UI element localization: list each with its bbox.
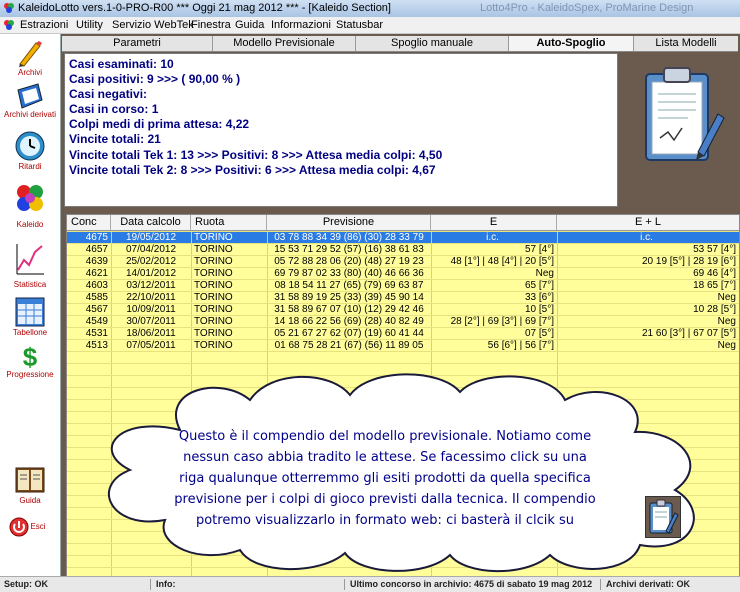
status-last-concorso: Ultimo concorso in archivio: 4675 di sab… [350,579,593,589]
menu-bar: Estrazioni Utility Servizio WebTek Fines… [0,17,740,34]
grid-line [67,339,739,340]
grid-line [67,231,739,232]
sidebar-label-guida: Guida [19,496,41,505]
balloon-line: riga qualunque otterremmo gli esiti prod… [179,471,591,486]
grid-line [67,327,739,328]
sidebar-label-progressione: Progressione [6,370,54,379]
balloon-line: previsione per i colpi di gioco previsti… [174,492,596,507]
summary-casi-negativi: Casi negativi: [69,87,148,101]
clock-icon [15,131,45,161]
menu-statusbar[interactable]: Statusbar [336,17,383,33]
window-title-bar: KaleidoLotto vers.1-0-PRO-R00 *** Oggi 2… [0,0,740,17]
dollar-icon: $ [23,344,38,370]
summary-vincite-tek1: Vincite totali Tek 1: 13 >>> Positivi: 8… [69,148,443,162]
summary-casi-esaminati: Casi esaminati: 10 [69,57,174,71]
clipboard-report-icon[interactable] [638,62,728,172]
sidebar-label-kaleido: Kaleido [16,220,44,229]
status-info: Info: [156,579,176,589]
window-ghost-text: Lotto4Pro - KaleidoSpex, ProMarine Desig… [480,2,694,14]
chart-icon [16,244,44,275]
tab-auto-spoglio[interactable]: Auto-Spoglio [509,36,634,51]
status-separator [344,579,345,590]
grid-line [67,351,739,352]
mini-clipboard-icon [645,496,681,538]
col-data-calcolo[interactable]: Data calcolo [111,215,191,230]
tab-modello-previsionale[interactable]: Modello Previsionale [213,36,356,51]
calendar-icon [15,297,45,327]
balloon-line: nessun caso abbia tradito le attese. Se … [183,450,587,465]
sidebar-label-archivi-derivati: Archivi derivati [3,110,56,119]
tab-lista-modelli[interactable]: Lista Modelli [634,36,738,51]
grid-line [67,363,739,364]
sidebar-label-archivi: Archivi [17,68,42,77]
menu-guida[interactable]: Guida [235,17,264,33]
grid-header: Conc Data calcolo Ruota Previsione E E +… [67,215,739,231]
summary-colpi-medi: Colpi medi di prima attesa: 4,22 [69,117,250,131]
book-icon [17,83,43,109]
menu-app-icon[interactable] [3,19,15,31]
status-separator [150,579,151,590]
sidebar: Archivi Archivi derivati Ritardi Kaleido [0,34,61,576]
status-archivi-derivati: Archivi derivati: OK [606,579,691,589]
grid-line [67,243,739,244]
guide-book-icon [15,467,45,493]
menu-informazioni[interactable]: Informazioni [271,17,331,33]
tab-spoglio-manuale[interactable]: Spoglio manuale [356,36,509,51]
sidebar-label-ritardi: Ritardi [18,162,42,171]
status-separator [600,579,601,590]
grid-line [67,303,739,304]
menu-utility[interactable]: Utility [76,17,103,33]
col-e[interactable]: E [431,215,557,230]
balloon-line: Questo è il compendio del modello previs… [178,429,592,444]
kaleido-icon [17,185,43,211]
col-ruota[interactable]: Ruota [191,215,267,230]
pencil-icon [19,41,42,67]
sidebar-label-tabellone: Tabellone [12,328,48,337]
summary-panel: Casi esaminati: 10 Casi positivi: 9 >>> … [64,53,618,207]
summary-vincite-totali: Vincite totali: 21 [69,132,161,146]
summary-vincite-tek2: Vincite totali Tek 2: 8 >>> Positivi: 6 … [69,163,436,177]
menu-finestra[interactable]: Finestra [191,17,231,33]
col-previsione[interactable]: Previsione [267,215,431,230]
col-e-l[interactable]: E + L [557,215,739,230]
balloon-text: Questo è il compendio del modello previs… [150,426,620,531]
app-icon [4,3,14,13]
col-conc[interactable]: Conc [67,215,111,230]
menu-estrazioni[interactable]: Estrazioni [20,17,68,33]
sidebar-label-statistica: Statistica [13,280,47,289]
tab-parametri[interactable]: Parametri [62,36,213,51]
grid-line [67,255,739,256]
balloon-line: potremo visualizzarlo in formato web: ci… [195,513,575,528]
summary-casi-positivi: Casi positivi: 9 >>> ( 90,00 % ) [69,72,241,86]
window-title: KaleidoLotto vers.1-0-PRO-R00 *** Oggi 2… [18,2,391,14]
grid-line [67,267,739,268]
grid-line [67,315,739,316]
svg-text:$: $ [23,344,38,370]
summary-casi-in-corso: Casi in corso: 1 [69,102,159,116]
status-bar: Setup: OK Info: Ultimo concorso in archi… [0,576,740,592]
sidebar-label-esci: Esci [30,522,46,531]
status-setup: Setup: OK [4,579,48,589]
menu-servizio-webtek[interactable]: Servizio WebTek [112,17,194,33]
grid-line [67,279,739,280]
grid-line [67,291,739,292]
tab-bar: Parametri Modello Previsionale Spoglio m… [62,36,738,52]
